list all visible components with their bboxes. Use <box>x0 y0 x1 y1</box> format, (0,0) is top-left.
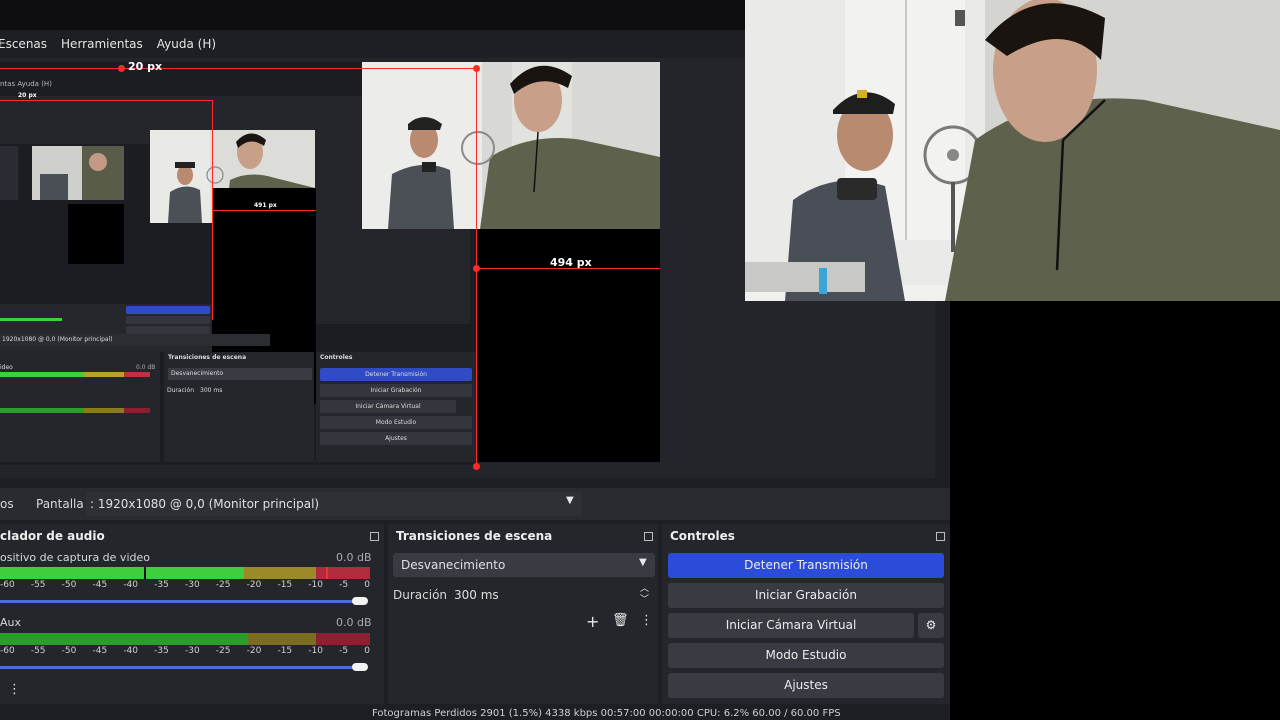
nested-docks: 1920x1080 @ 0,0 (Monitor principal) Tran… <box>0 334 476 462</box>
trash-icon[interactable]: 🗑 <box>612 613 629 628</box>
channel-1-volume-slider[interactable] <box>0 600 360 603</box>
menu-scenes[interactable]: Escenas <box>0 37 47 51</box>
inner-top-measure: 20 px <box>18 92 37 99</box>
controls-dock: Controles Detener Transmisión Iniciar Gr… <box>662 524 950 704</box>
settings-button[interactable]: Ajustes <box>668 673 944 698</box>
right-black-area <box>950 301 1280 720</box>
stop-streaming-button[interactable]: Detener Transmisión <box>668 553 944 578</box>
channel-1-db: 0.0 dB <box>336 551 372 564</box>
source-properties-bar: os Pantalla : 1920x1080 @ 0,0 (Monitor p… <box>0 488 950 520</box>
duration-spinbox[interactable]: 300 ms ︿ ﹀ <box>448 583 655 607</box>
start-recording-button[interactable]: Iniciar Grabación <box>668 583 944 608</box>
channel-1-meter <box>0 567 370 579</box>
display-select[interactable]: : 1920x1080 @ 0,0 (Monitor principal) ▼ <box>86 492 582 516</box>
controls-title: Controles <box>670 529 735 543</box>
transition-select[interactable]: Desvanecimiento ▼ <box>393 553 655 577</box>
measure-top-line <box>0 68 476 69</box>
chevron-down-icon: ▼ <box>639 557 647 568</box>
channel-2-ticks: -60 -55 -50 -45 -40 -35 -30 -25 -20 -15 -10 -5 0 <box>0 646 370 656</box>
channel-2-name: Aux <box>0 616 22 629</box>
chevron-down-icon: ▼ <box>566 495 574 506</box>
measure-top-label: 20 px <box>128 60 163 73</box>
kebab-menu-icon[interactable]: ⋮ <box>640 613 653 628</box>
virtual-camera-settings-button[interactable]: ⚙ <box>918 613 944 638</box>
channel-2-db: 0.0 dB <box>336 616 372 629</box>
float-icon[interactable] <box>644 532 653 541</box>
channel-2-meter <box>0 633 370 645</box>
status-text: Fotogramas Perdidos 2901 (1.5%) 4338 kbp… <box>372 708 841 719</box>
menu-bar: Escenas Herramientas Ayuda (H) <box>0 30 745 58</box>
measure-right-label: 494 px <box>550 256 592 269</box>
channel-2-volume-slider[interactable] <box>0 666 360 669</box>
webcam-overlay <box>745 0 1280 301</box>
duration-label: Duración <box>393 588 448 602</box>
add-icon[interactable]: + <box>586 612 599 631</box>
audio-mixer-title: clador de audio <box>0 529 105 543</box>
source-label: Pantalla <box>36 497 84 511</box>
menu-tools[interactable]: Herramientas <box>61 37 143 51</box>
chevron-down-icon[interactable]: ﹀ <box>640 592 649 605</box>
inner-right-measure: 491 px <box>254 202 277 209</box>
transitions-dock: Transiciones de escena Desvanecimiento ▼… <box>388 524 658 704</box>
menu-help[interactable]: Ayuda (H) <box>157 37 216 51</box>
audio-mixer-dock: clador de audio ositivo de captura de vi… <box>0 524 384 704</box>
nested-menu: ntas Ayuda (H) <box>0 80 52 88</box>
float-icon[interactable] <box>936 532 945 541</box>
status-bar: Fotogramas Perdidos 2901 (1.5%) 4338 kbp… <box>0 708 950 720</box>
channel-1-name: ositivo de captura de video <box>0 551 150 564</box>
tiny-webcam <box>32 146 124 200</box>
preview-webcam <box>362 62 660 229</box>
channel-2-volume-knob[interactable] <box>352 663 368 671</box>
gear-icon: ⚙ <box>925 618 937 632</box>
studio-mode-button[interactable]: Modo Estudio <box>668 643 944 668</box>
transitions-title: Transiciones de escena <box>396 529 553 543</box>
tiny-black <box>68 204 124 264</box>
channel-1-volume-knob[interactable] <box>352 597 368 605</box>
float-icon[interactable] <box>370 532 379 541</box>
kebab-menu-icon[interactable]: ⋮ <box>8 682 21 697</box>
title-bar <box>0 0 745 30</box>
channel-1-ticks: -60 -55 -50 -45 -40 -35 -30 -25 -20 -15 -10 -5 0 <box>0 580 370 590</box>
start-virtual-camera-button[interactable]: Iniciar Cámara Virtual <box>668 613 914 638</box>
